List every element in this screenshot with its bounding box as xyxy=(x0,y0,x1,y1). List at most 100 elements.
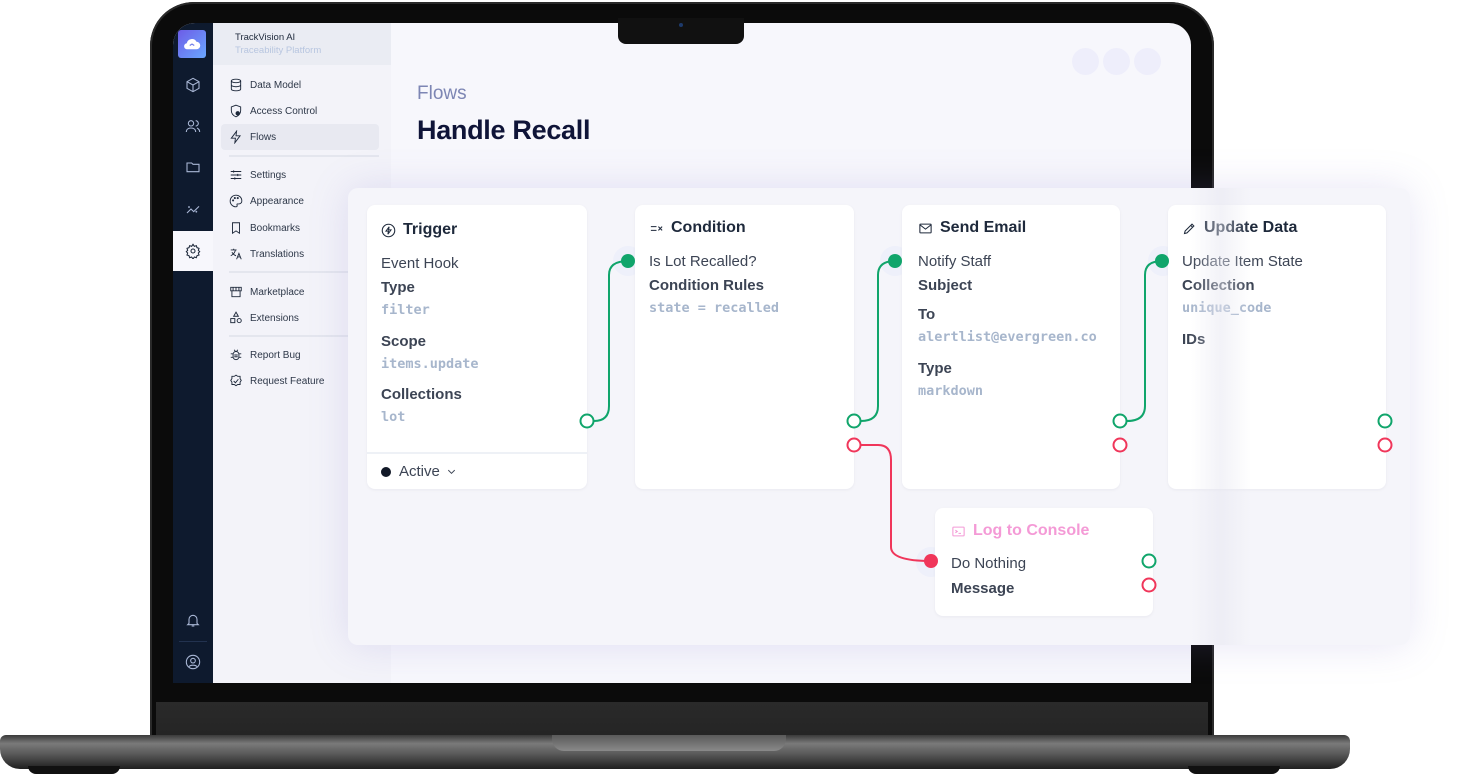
app-logo[interactable] xyxy=(178,30,206,58)
translate-icon xyxy=(230,248,242,260)
pencil-icon xyxy=(1183,222,1195,234)
field-label: To xyxy=(918,306,936,323)
project-subtitle: Traceability Platform xyxy=(235,45,322,56)
laptop-foot xyxy=(28,766,120,774)
field-label: Condition Rules xyxy=(649,277,764,294)
nav-item-settings[interactable]: Settings xyxy=(221,162,379,188)
field-label: Type xyxy=(381,279,415,296)
storefront-icon xyxy=(230,286,242,298)
terminal-icon xyxy=(952,526,965,536)
shield-lock-icon xyxy=(230,104,242,118)
nav-item-label: Translations xyxy=(250,248,305,260)
nav-item-label: Data Model xyxy=(250,79,302,91)
condition-card[interactable]: Condition Is Lot Recalled? Condition Rul… xyxy=(635,205,854,489)
field-value: filter xyxy=(381,302,430,318)
status-label: Active xyxy=(399,463,440,480)
laptop-foot xyxy=(1188,766,1280,774)
header-action-button[interactable] xyxy=(1103,48,1130,75)
module-rail xyxy=(173,23,213,683)
nav-item-label: Access Control xyxy=(250,105,318,117)
palette-icon xyxy=(229,194,243,208)
nav-item-label: Flows xyxy=(250,131,277,143)
breadcrumb[interactable]: Flows xyxy=(417,83,590,105)
nav-item-label: Marketplace xyxy=(250,286,305,298)
card-title: Log to Console xyxy=(973,522,1090,539)
rail-item-files[interactable] xyxy=(173,147,213,187)
sliders-icon xyxy=(230,170,242,180)
card-title: Send Email xyxy=(940,219,1027,236)
card-header: Log to Console xyxy=(951,522,1089,540)
node-name: Do Nothing xyxy=(951,555,1027,572)
rail-item-content[interactable] xyxy=(173,65,213,105)
card-title: Trigger xyxy=(403,221,458,238)
field-label: Subject xyxy=(918,277,973,294)
chevron-down-icon xyxy=(447,469,455,474)
field-label: Collections xyxy=(381,386,462,403)
bug-icon xyxy=(230,349,242,361)
log-console-card[interactable]: Log to Console Do Nothing Message xyxy=(935,508,1153,616)
card-header: Update Data xyxy=(1182,219,1297,237)
status-dropdown[interactable]: Active xyxy=(367,452,587,489)
success-connection xyxy=(860,260,896,422)
update-data-card[interactable]: Update Data Update Item State Collection… xyxy=(1168,205,1386,489)
status-dot-icon xyxy=(381,466,391,477)
verified-icon xyxy=(230,374,242,387)
folder-icon xyxy=(186,162,200,173)
nav-item-label: Appearance xyxy=(250,195,304,207)
shapes-icon xyxy=(230,311,242,324)
nav-item-access-control[interactable]: Access Control xyxy=(221,98,379,124)
field-value: unique_code xyxy=(1182,300,1272,316)
rail-item-notifications[interactable] xyxy=(173,600,213,640)
nav-item-data-model[interactable]: Data Model xyxy=(221,72,379,98)
users-icon xyxy=(185,120,201,133)
camera-icon xyxy=(679,23,683,27)
user-circle-icon xyxy=(185,654,201,670)
project-name: TrackVision AI xyxy=(235,32,296,43)
flow-canvas[interactable]: Trigger Event Hook Type filter Scope ite… xyxy=(348,188,1410,645)
bolt-circle-icon xyxy=(381,223,396,237)
nav-item-label: Bookmarks xyxy=(250,222,301,234)
nav-item-label: Extensions xyxy=(250,312,299,324)
rail-item-account[interactable] xyxy=(173,642,213,682)
rail-item-users[interactable] xyxy=(173,106,213,146)
laptop-base-notch xyxy=(552,735,786,751)
header-action-button[interactable] xyxy=(1134,48,1161,75)
page-title: Handle Recall xyxy=(417,115,591,145)
node-name: Notify Staff xyxy=(918,253,992,270)
rail-item-settings[interactable] xyxy=(173,231,213,271)
field-label: Message xyxy=(951,580,1015,597)
node-name: Update Item State xyxy=(1182,253,1303,270)
rule-icon xyxy=(650,225,663,231)
database-icon xyxy=(230,78,242,92)
header-action-buttons xyxy=(1072,48,1161,75)
field-label: Collection xyxy=(1182,277,1255,294)
card-title: Condition xyxy=(671,219,746,236)
project-header[interactable]: TrackVision AI Traceability Platform xyxy=(213,23,391,65)
camera-notch xyxy=(618,18,744,44)
nav-item-label: Request Feature xyxy=(250,375,325,387)
card-header: Trigger xyxy=(381,221,457,239)
trigger-card[interactable]: Trigger Event Hook Type filter Scope ite… xyxy=(367,205,587,489)
rail-item-insights[interactable] xyxy=(173,189,213,229)
field-value: state = recalled xyxy=(649,300,780,316)
nav-divider xyxy=(229,155,379,157)
card-header: Send Email xyxy=(918,219,1026,237)
node-name: Event Hook xyxy=(381,255,459,272)
field-value: markdown xyxy=(918,383,984,399)
field-value: items.update xyxy=(381,356,479,372)
nav-item-flows[interactable]: Flows xyxy=(221,124,379,150)
send-email-card[interactable]: Send Email Notify Staff Subject To alert… xyxy=(902,205,1120,489)
bolt-icon xyxy=(230,130,242,144)
card-title: Update Data xyxy=(1204,219,1298,236)
header-action-button[interactable] xyxy=(1072,48,1099,75)
field-label: Type xyxy=(918,360,952,377)
gear-icon xyxy=(185,243,201,259)
nav-item-label: Report Bug xyxy=(250,349,301,361)
card-header: Condition xyxy=(649,219,746,237)
cloud-icon xyxy=(184,39,201,50)
bell-icon xyxy=(186,614,200,627)
node-name: Is Lot Recalled? xyxy=(649,253,757,270)
nav-item-label: Settings xyxy=(250,169,287,181)
field-value: alertlist@evergreen.co xyxy=(918,329,1097,345)
success-connection xyxy=(593,260,629,422)
